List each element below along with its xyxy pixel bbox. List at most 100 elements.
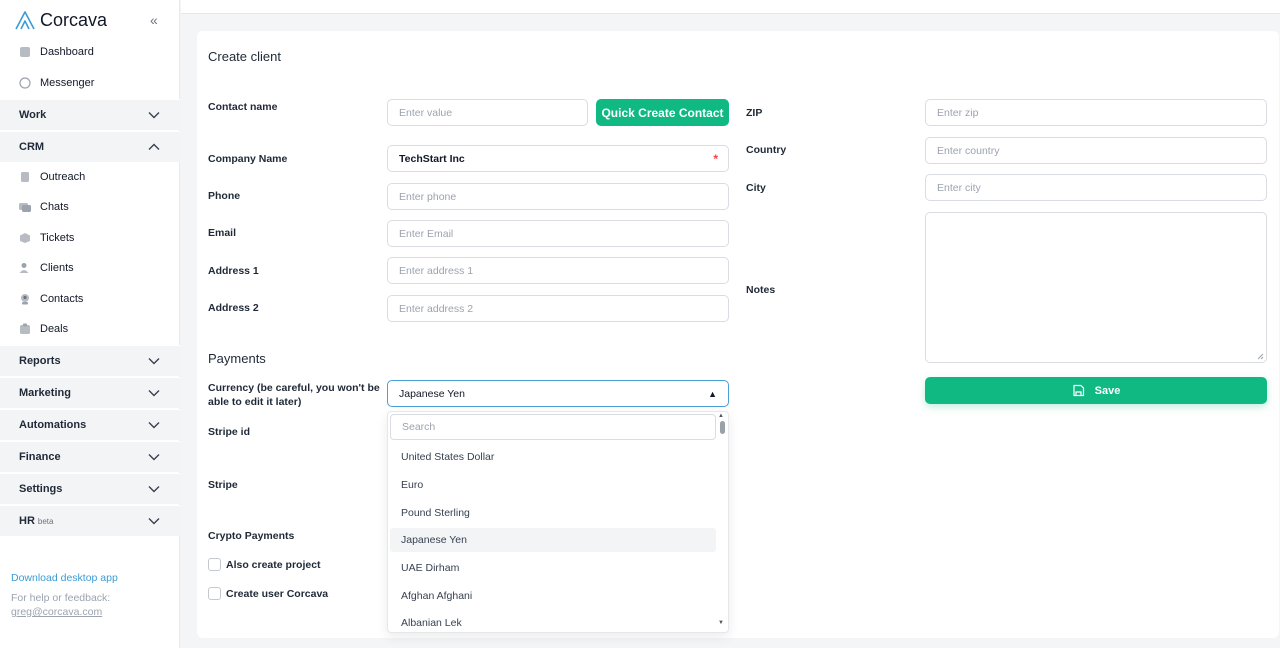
brand-logo[interactable]: Corcava — [14, 8, 107, 32]
outreach-icon — [19, 171, 31, 183]
currency-option[interactable]: UAE Dirham — [390, 556, 716, 580]
address1-input[interactable]: Enter address 1 — [387, 257, 729, 284]
stripe-id-label: Stripe id — [208, 426, 251, 438]
corcava-logo-icon — [15, 11, 35, 30]
sidebar-item-clients[interactable]: Clients — [0, 253, 180, 283]
sidebar: Corcava « Dashboard Messenger Work CRM O… — [0, 0, 180, 648]
sidebar-section-hr[interactable]: HR beta — [0, 505, 180, 536]
chevron-down-icon — [148, 486, 160, 493]
currency-label: Currency (be careful, you won't be able … — [208, 381, 380, 409]
chevron-up-icon — [148, 143, 160, 150]
section-label: CRM — [19, 141, 45, 153]
payments-title: Payments — [208, 351, 266, 366]
address1-label: Address 1 — [208, 265, 259, 277]
help-email-link[interactable]: greg@corcava.com — [11, 605, 110, 619]
notes-label: Notes — [746, 284, 776, 296]
currency-label-line2: able to edit it later) — [208, 396, 302, 408]
create-client-card: Create client Contact name Enter value Q… — [197, 31, 1279, 638]
also-create-project-label: Also create project — [226, 559, 321, 571]
create-user-label: Create user Corcava — [226, 588, 329, 600]
country-input[interactable]: Enter country — [925, 137, 1267, 164]
create-user-checkbox[interactable] — [208, 587, 221, 600]
company-name-label: Company Name — [208, 153, 288, 165]
chevron-up-icon: ▲ — [708, 389, 717, 399]
sidebar-item-label: Tickets — [40, 232, 75, 244]
notes-textarea[interactable] — [925, 212, 1267, 363]
sidebar-item-contacts[interactable]: Contacts — [0, 284, 180, 314]
resize-handle-icon[interactable] — [1257, 353, 1264, 360]
sidebar-item-label: Outreach — [40, 171, 86, 183]
sidebar-item-label: Chats — [40, 201, 69, 213]
collapse-sidebar-icon[interactable]: « — [150, 12, 158, 28]
required-asterisk: * — [713, 152, 718, 166]
currency-option[interactable]: Afghan Afghani — [390, 584, 716, 608]
deals-icon — [19, 323, 31, 335]
sidebar-item-label: Deals — [40, 323, 69, 335]
sidebar-section-reports[interactable]: Reports — [0, 345, 180, 376]
currency-select[interactable]: Japanese Yen ▲ — [387, 380, 729, 407]
currency-option-selected[interactable]: Japanese Yen — [390, 528, 716, 552]
sidebar-section-marketing[interactable]: Marketing — [0, 377, 180, 408]
currency-dropdown[interactable]: Search United States Dollar Euro Pound S… — [387, 411, 729, 633]
chats-icon — [19, 201, 31, 213]
sidebar-section-finance[interactable]: Finance — [0, 441, 180, 472]
chevron-down-icon — [148, 112, 160, 119]
tickets-icon — [19, 232, 31, 244]
sidebar-section-crm[interactable]: CRM — [0, 131, 180, 162]
scrollbar-thumb[interactable] — [720, 421, 725, 434]
city-input[interactable]: Enter city — [925, 174, 1267, 201]
save-button-label: Save — [1094, 384, 1121, 397]
currency-option[interactable]: Albanian Lek — [390, 611, 716, 632]
sidebar-item-label: Dashboard — [40, 46, 94, 58]
sidebar-item-chats[interactable]: Chats — [0, 192, 180, 222]
address2-label: Address 2 — [208, 302, 259, 314]
quick-create-contact-button[interactable]: Quick Create Contact — [596, 99, 729, 126]
zip-input[interactable]: Enter zip — [925, 99, 1267, 126]
section-label: Work — [19, 109, 47, 121]
phone-label: Phone — [208, 190, 241, 202]
sidebar-section-automations[interactable]: Automations — [0, 409, 180, 440]
save-icon — [1073, 384, 1084, 397]
help-label: For help or feedback: — [11, 592, 111, 604]
download-desktop-app-link[interactable]: Download desktop app — [11, 572, 118, 584]
dropdown-scrollbar[interactable]: ▲ ▼ — [717, 412, 727, 632]
sidebar-section-settings[interactable]: Settings — [0, 473, 180, 504]
contact-name-label: Contact name — [208, 101, 278, 113]
company-name-input[interactable]: TechStart Inc * — [387, 145, 729, 172]
chevron-down-icon — [148, 518, 160, 525]
scroll-down-icon[interactable]: ▼ — [718, 620, 724, 626]
messenger-icon — [19, 77, 31, 89]
country-label: Country — [746, 144, 787, 156]
chevron-down-icon — [148, 390, 160, 397]
beta-badge: beta — [37, 516, 54, 526]
also-create-project-checkbox[interactable] — [208, 558, 221, 571]
section-label: Marketing — [19, 387, 71, 399]
scroll-up-icon[interactable]: ▲ — [718, 413, 724, 419]
address2-input[interactable]: Enter address 2 — [387, 295, 729, 322]
sidebar-item-dashboard[interactable]: Dashboard — [0, 37, 180, 67]
section-label: Reports — [19, 355, 61, 367]
sidebar-section-work[interactable]: Work — [0, 99, 180, 130]
currency-option[interactable]: United States Dollar — [390, 445, 716, 469]
currency-search-input[interactable]: Search — [390, 414, 716, 440]
sidebar-item-deals[interactable]: Deals — [0, 314, 180, 344]
section-label: Finance — [19, 451, 61, 463]
sidebar-item-outreach[interactable]: Outreach — [0, 162, 180, 192]
company-name-value: TechStart Inc — [399, 152, 465, 165]
section-label: HR — [19, 515, 35, 527]
sidebar-item-messenger[interactable]: Messenger — [0, 68, 180, 98]
email-label: Email — [208, 227, 237, 239]
contact-name-input[interactable]: Enter value — [387, 99, 588, 126]
section-label: Automations — [19, 419, 87, 431]
currency-option[interactable]: Euro — [390, 473, 716, 497]
phone-input[interactable]: Enter phone — [387, 183, 729, 210]
brand-name: Corcava — [40, 9, 108, 30]
currency-option[interactable]: Pound Sterling — [390, 501, 716, 525]
help-text: For help or feedback: greg@corcava.com — [11, 591, 110, 619]
top-bar — [181, 0, 1280, 14]
email-input[interactable]: Enter Email — [387, 220, 729, 247]
sidebar-item-tickets[interactable]: Tickets — [0, 223, 180, 253]
sidebar-item-label: Clients — [40, 262, 74, 274]
save-button[interactable]: Save — [925, 377, 1267, 404]
dashboard-icon — [19, 46, 31, 58]
